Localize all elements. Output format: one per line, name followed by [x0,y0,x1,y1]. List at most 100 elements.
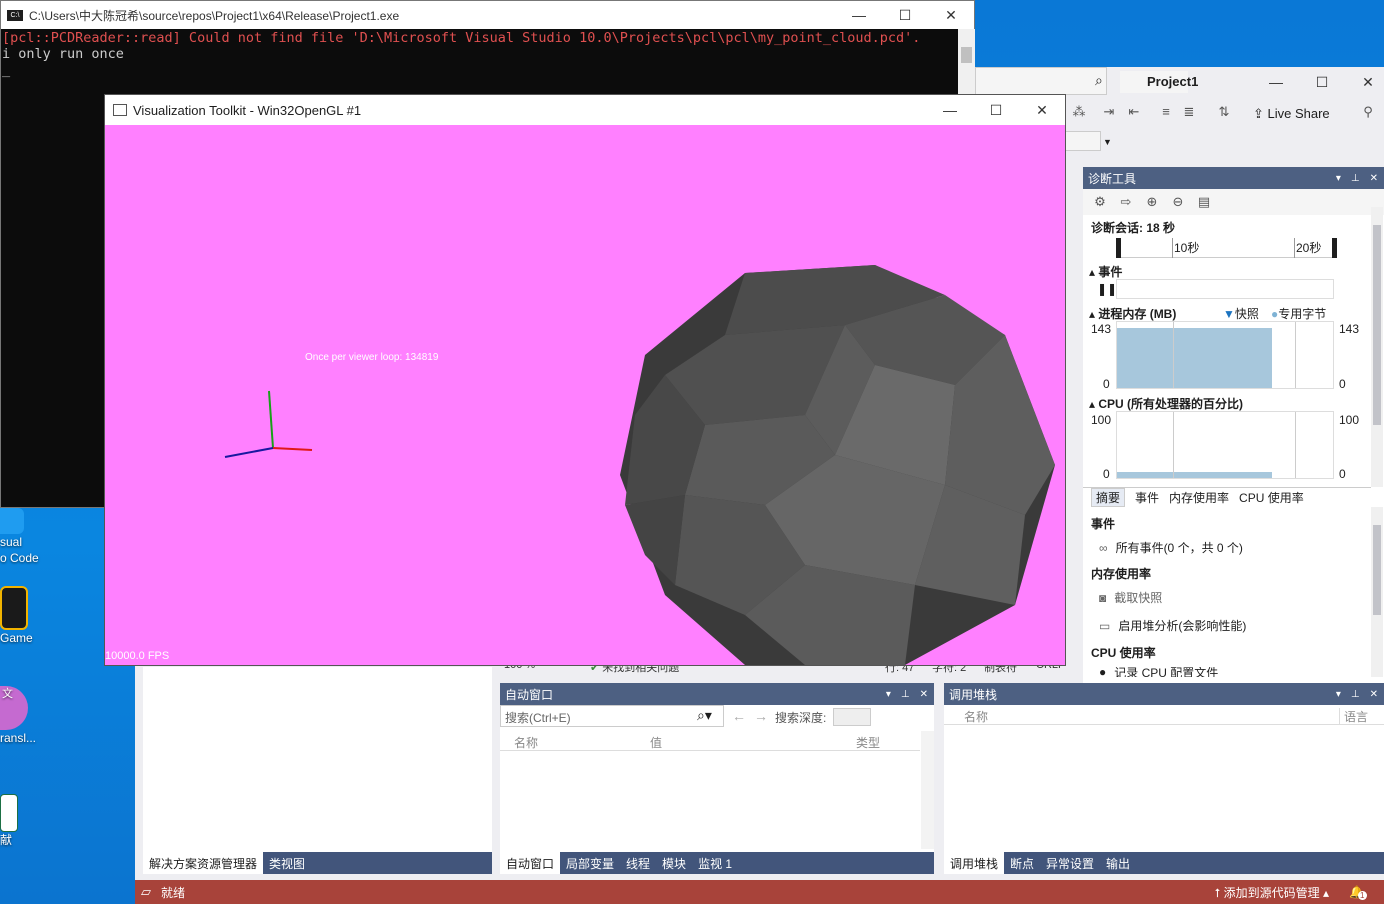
column-name[interactable]: 名称 [964,708,988,725]
feedback-icon[interactable]: ⚲ [1357,101,1379,123]
search-icon[interactable]: ⌕▾ [697,707,712,724]
format-icon[interactable]: ⇤ [1123,101,1145,123]
diag-list-scrollbar[interactable] [1371,507,1383,677]
console-output[interactable]: [pcl::PCDReader::read] Could not find fi… [1,29,974,78]
translate-icon-glyph: 文 [2,688,13,700]
live-share-label: Live Share [1267,106,1330,121]
memory-area [1117,328,1272,388]
tab-modules[interactable]: 模块 [656,852,692,874]
close-icon[interactable]: ✕ [1370,689,1378,700]
translate-icon: 文 [0,686,28,730]
pin-icon[interactable]: ⊥ [901,689,910,700]
autos-scrollbar[interactable] [921,731,934,849]
tab-callstack[interactable]: 调用堆栈 [944,852,1005,874]
close-icon[interactable]: ✕ [1370,173,1378,184]
column-value[interactable]: 值 [650,734,662,751]
tab-memory[interactable]: 内存使用率 [1169,489,1229,506]
pin-icon[interactable]: ⊥ [1351,689,1360,700]
tab-events[interactable]: 事件 [1135,489,1159,506]
tab-locals[interactable]: 局部变量 [560,852,620,874]
column-type[interactable]: 类型 [856,734,880,751]
comment-icon[interactable]: ⇅ [1213,101,1235,123]
autos-panel: 自动窗口 ▾ ⊥ ✕ 搜索(Ctrl+E) ⌕▾ ← → 搜索深度: 名称 值 类型 [500,683,934,874]
timeline-ruler[interactable]: 10秒 20秒 [1116,238,1337,258]
search-depth-dropdown[interactable] [833,708,871,726]
indent-icon[interactable]: ≡ [1155,101,1177,123]
desktop-icon-excel[interactable]: 献 [0,794,60,848]
desktop-icon-vscode[interactable]: sual o Code [0,508,60,566]
dropdown-icon[interactable]: ▾ [1336,689,1341,700]
maximize-button[interactable]: ☐ [973,95,1019,125]
search-placeholder: 搜索(Ctrl+E) [505,711,571,725]
desktop-icon-translate[interactable]: 文 ransl... [0,686,60,746]
memory-header[interactable]: ▴ 进程内存 (MB) [1089,305,1176,322]
snapshot-button[interactable]: ◙ 截取快照 [1099,589,1162,606]
cpu-chart[interactable] [1116,411,1334,479]
sphere-mesh [620,265,1055,665]
diag-toolbar: ⚙ ⇨ ⊕ ⊖ ▤ [1083,189,1384,215]
notification-count: 1 [1358,891,1367,900]
axis-label: 143 [1339,322,1360,336]
chevron-down-icon[interactable]: ▼ [1103,137,1112,147]
tab-exception-settings[interactable]: 异常设置 [1040,852,1100,874]
minimize-button[interactable]: — [836,0,882,30]
tab-cpu[interactable]: CPU 使用率 [1239,489,1304,506]
tab-summary[interactable]: 摘要 [1091,488,1126,507]
pause-icon[interactable]: ❚❚ [1097,282,1117,296]
vs-search-box[interactable] [975,67,1107,95]
close-button[interactable]: ✕ [1345,67,1384,97]
hex-icon[interactable]: ⁂ [1068,101,1090,123]
console-title: C:\Users\中大陈冠希\source\repos\Project1\x64… [29,8,400,23]
close-button[interactable]: ✕ [928,0,974,30]
zoom-out-icon[interactable]: ⊖ [1167,191,1189,213]
events-header[interactable]: ▴ 事件 [1089,263,1122,280]
step-icon[interactable]: ⇥ [1098,101,1120,123]
export-icon[interactable]: ⇨ [1115,191,1137,213]
pin-icon[interactable]: ⊥ [1351,173,1360,184]
outdent-icon[interactable]: ≣ [1178,101,1200,123]
axis-label: 0 [1339,467,1346,481]
memory-section-title: 内存使用率 [1091,567,1152,581]
close-button[interactable]: ✕ [1019,95,1065,125]
tab-watch1[interactable]: 监视 1 [692,852,738,874]
chart-icon[interactable]: ▤ [1193,191,1215,213]
vtk-titlebar: Visualization Toolkit - Win32OpenGL #1 —… [105,95,1065,125]
all-events-link[interactable]: ∞ 所有事件(0 个，共 0 个) [1099,539,1243,556]
tab-output[interactable]: 输出 [1100,852,1136,874]
tab-class-view[interactable]: 类视图 [263,852,311,874]
close-icon[interactable]: ✕ [920,689,928,700]
tab-breakpoints[interactable]: 断点 [1004,852,1040,874]
source-control-button[interactable]: ⭡ 添加到源代码管理 ▴ [1215,884,1329,901]
column-language[interactable]: 语言 [1339,708,1368,725]
autos-search-input[interactable]: 搜索(Ctrl+E) ⌕▾ [500,705,724,727]
dropdown-icon[interactable]: ▾ [886,689,891,700]
record-cpu-button[interactable]: ● 记录 CPU 配置文件 [1099,667,1218,677]
maximize-button[interactable]: ☐ [1299,67,1345,97]
minimize-button[interactable]: — [1253,67,1299,97]
back-arrow-icon[interactable]: ← [732,708,746,724]
notification-bell[interactable]: 🔔 1 [1349,885,1367,900]
live-share-button[interactable]: ⇪ Live Share [1253,106,1330,122]
tab-autos[interactable]: 自动窗口 [500,852,561,874]
diag-session: 诊断会话: 18 秒 [1091,221,1176,235]
gear-icon[interactable]: ⚙ [1089,191,1111,213]
diag-scrollbar[interactable] [1371,207,1383,487]
desktop-icon-game[interactable]: Game [0,586,60,646]
config-dropdown[interactable] [1065,131,1101,151]
zoom-in-icon[interactable]: ⊕ [1141,191,1163,213]
dropdown-icon[interactable]: ▾ [1336,173,1341,184]
chevron-up-icon: ▴ [1319,885,1330,900]
minimize-button[interactable]: — [927,95,973,125]
forward-arrow-icon[interactable]: → [754,708,768,724]
search-icon[interactable]: ⌕ [1095,72,1103,89]
tab-threads[interactable]: 线程 [620,852,656,874]
tab-solution-explorer[interactable]: 解决方案资源管理器 [143,852,264,874]
heap-label: 启用堆分析(会影响性能) [1118,619,1247,633]
maximize-button[interactable]: ☐ [882,0,928,30]
heap-profiling-button[interactable]: ▭ 启用堆分析(会影响性能) [1099,617,1246,634]
vtk-render-canvas[interactable]: Once per viewer loop: 134819 10000.0 FPS [105,125,1065,665]
memory-chart[interactable] [1116,321,1334,389]
status-ready: 就绪 [161,885,186,900]
column-name[interactable]: 名称 [514,734,538,751]
cpu-header[interactable]: ▴ CPU (所有处理器的百分比) [1089,395,1243,412]
